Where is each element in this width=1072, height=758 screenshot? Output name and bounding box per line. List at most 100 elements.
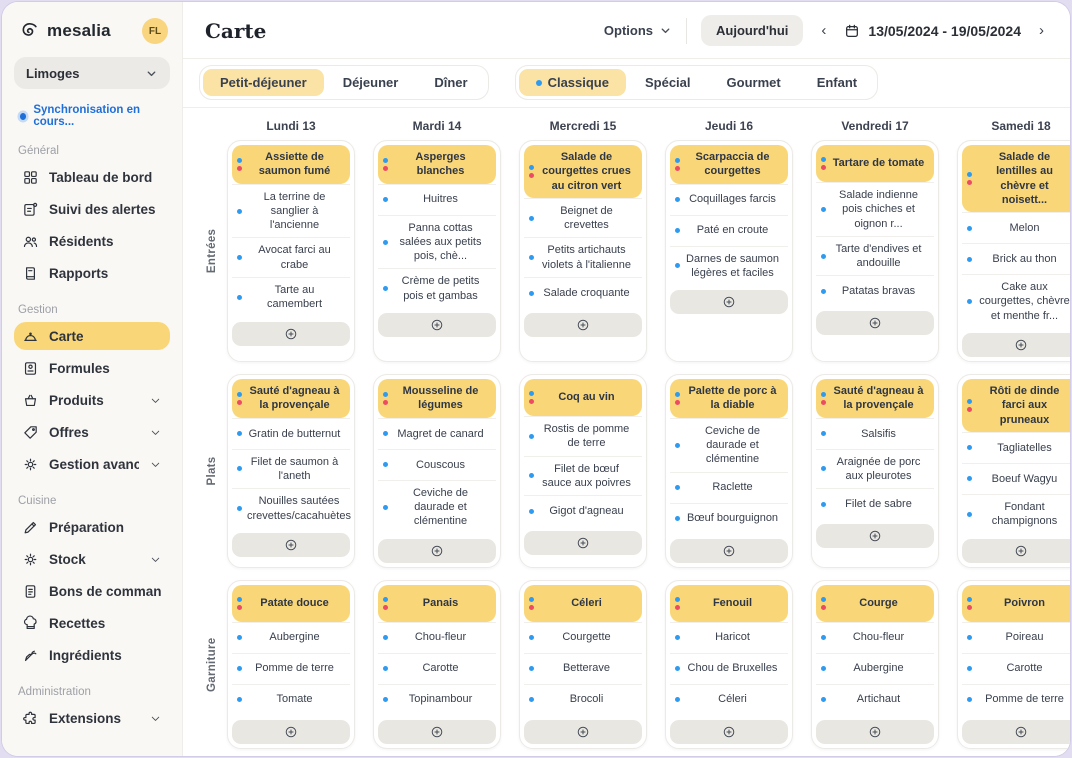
sidebar-item-preparation[interactable]: Préparation [14, 513, 170, 541]
avatar[interactable]: FL [142, 18, 168, 44]
tab-meal-diner[interactable]: Dîner [417, 69, 484, 96]
dish-item[interactable]: Haricot [670, 622, 788, 653]
dish-item[interactable]: Paté en croute [670, 215, 788, 246]
sidebar-item-offres[interactable]: Offres [14, 418, 170, 446]
dish-item[interactable]: Magret de canard [378, 418, 496, 449]
featured-dish[interactable]: Sauté d'agneau à la provençale [816, 379, 934, 418]
dish-item[interactable]: Coquillages farcis [670, 184, 788, 215]
date-range-picker[interactable]: 13/05/2024 - 19/05/2024 [844, 23, 1021, 39]
add-dish-button[interactable] [962, 333, 1070, 357]
sidebar-item-bons-de-commandes[interactable]: Bons de commandes [14, 577, 170, 605]
dish-item[interactable]: Aubergine [232, 622, 350, 653]
dish-item[interactable]: Tarte d'endives et andouille [816, 236, 934, 276]
dish-item[interactable]: Tagliatelles [962, 432, 1070, 463]
tab-meal-dejeuner[interactable]: Déjeuner [326, 69, 416, 96]
location-select[interactable]: Limoges [14, 57, 170, 89]
add-dish-button[interactable] [816, 720, 934, 744]
featured-dish[interactable]: Fenouil [670, 585, 788, 622]
dish-item[interactable]: La terrine de sanglier à l'ancienne [232, 184, 350, 238]
dish-item[interactable]: Céleri [670, 684, 788, 715]
dish-item[interactable]: Rostis de pomme de terre [524, 416, 642, 456]
featured-dish[interactable]: Coq au vin [524, 379, 642, 416]
featured-dish[interactable]: Poivron [962, 585, 1070, 622]
dish-item[interactable]: Crème de petits pois et gambas [378, 268, 496, 308]
dish-item[interactable]: Panna cottas salées aux petits pois, chè… [378, 215, 496, 269]
dish-item[interactable]: Chou-fleur [816, 622, 934, 653]
sidebar-item-stock[interactable]: Stock [14, 545, 170, 573]
dish-item[interactable]: Gigot d'agneau [524, 495, 642, 526]
dish-item[interactable]: Fondant champignons [962, 494, 1070, 534]
dish-item[interactable]: Salsifis [816, 418, 934, 449]
tab-category-special[interactable]: Spécial [628, 69, 708, 96]
dish-item[interactable]: Tomate [232, 684, 350, 715]
dish-item[interactable]: Bœuf bourguignon [670, 503, 788, 534]
add-dish-button[interactable] [378, 313, 496, 337]
featured-dish[interactable]: Sauté d'agneau à la provençale [232, 379, 350, 418]
dish-item[interactable]: Couscous [378, 449, 496, 480]
options-button[interactable]: Options [604, 23, 672, 38]
dish-item[interactable]: Ceviche de daurade et clémentine [378, 480, 496, 534]
dish-item[interactable]: Artichaut [816, 684, 934, 715]
dish-item[interactable]: Cake aux courgettes, chèvre et menthe fr… [962, 274, 1070, 328]
previous-week-button[interactable]: ‹ [817, 21, 830, 40]
dish-item[interactable]: Filet de sabre [816, 488, 934, 519]
add-dish-button[interactable] [232, 322, 350, 346]
dish-item[interactable]: Beignet de crevettes [524, 198, 642, 238]
featured-dish[interactable]: Salade de courgettes crues au citron ver… [524, 145, 642, 198]
add-dish-button[interactable] [962, 539, 1070, 563]
featured-dish[interactable]: Palette de porc à la diable [670, 379, 788, 418]
dish-item[interactable]: Carotte [962, 653, 1070, 684]
featured-dish[interactable]: Salade de lentilles au chèvre et noisett… [962, 145, 1070, 212]
dish-item[interactable]: Brick au thon [962, 243, 1070, 274]
dish-item[interactable]: Chou-fleur [378, 622, 496, 653]
dish-item[interactable]: Nouilles sautées crevettes/cacahuètes [232, 488, 350, 528]
dish-item[interactable]: Betterave [524, 653, 642, 684]
featured-dish[interactable]: Tartare de tomate [816, 145, 934, 182]
featured-dish[interactable]: Mousseline de légumes [378, 379, 496, 418]
tab-category-gourmet[interactable]: Gourmet [710, 69, 798, 96]
featured-dish[interactable]: Courge [816, 585, 934, 622]
tab-category-enfant[interactable]: Enfant [800, 69, 874, 96]
add-dish-button[interactable] [670, 290, 788, 314]
add-dish-button[interactable] [524, 720, 642, 744]
sidebar-item-tableau-de-bord[interactable]: Tableau de bord [14, 163, 170, 191]
dish-item[interactable]: Poireau [962, 622, 1070, 653]
sidebar-item-produits[interactable]: Produits [14, 386, 170, 414]
dish-item[interactable]: Courgette [524, 622, 642, 653]
dish-item[interactable]: Patatas bravas [816, 275, 934, 306]
dish-item[interactable]: Avocat farci au crabe [232, 237, 350, 277]
featured-dish[interactable]: Céleri [524, 585, 642, 622]
featured-dish[interactable]: Scarpaccia de courgettes [670, 145, 788, 184]
dish-item[interactable]: Ceviche de daurade et clémentine [670, 418, 788, 472]
add-dish-button[interactable] [232, 720, 350, 744]
tab-category-classique[interactable]: Classique [519, 69, 626, 96]
featured-dish[interactable]: Rôti de dinde farci aux pruneaux [962, 379, 1070, 432]
dish-item[interactable]: Darnes de saumon légères et faciles [670, 246, 788, 286]
add-dish-button[interactable] [378, 539, 496, 563]
dish-item[interactable]: Huitres [378, 184, 496, 215]
dish-item[interactable]: Aubergine [816, 653, 934, 684]
add-dish-button[interactable] [524, 531, 642, 555]
sidebar-item-gestion-avancee[interactable]: Gestion avancée [14, 450, 170, 478]
dish-item[interactable]: Topinambour [378, 684, 496, 715]
dish-item[interactable]: Salade indienne pois chiches et oignon r… [816, 182, 934, 236]
featured-dish[interactable]: Patate douce [232, 585, 350, 622]
next-week-button[interactable]: › [1035, 21, 1048, 40]
dish-item[interactable]: Melon [962, 212, 1070, 243]
featured-dish[interactable]: Assiette de saumon fumé [232, 145, 350, 184]
dish-item[interactable]: Brocoli [524, 684, 642, 715]
sidebar-item-ingredients[interactable]: Ingrédients [14, 641, 170, 669]
featured-dish[interactable]: Panais [378, 585, 496, 622]
dish-item[interactable]: Carotte [378, 653, 496, 684]
dish-item[interactable]: Pomme de terre [232, 653, 350, 684]
sidebar-item-residents[interactable]: Résidents [14, 227, 170, 255]
add-dish-button[interactable] [524, 313, 642, 337]
sidebar-item-formules[interactable]: Formules [14, 354, 170, 382]
add-dish-button[interactable] [816, 524, 934, 548]
sidebar-item-recettes[interactable]: Recettes [14, 609, 170, 637]
dish-item[interactable]: Boeuf Wagyu [962, 463, 1070, 494]
today-button[interactable]: Aujourd'hui [701, 15, 803, 46]
add-dish-button[interactable] [670, 539, 788, 563]
featured-dish[interactable]: Asperges blanches [378, 145, 496, 184]
add-dish-button[interactable] [670, 720, 788, 744]
